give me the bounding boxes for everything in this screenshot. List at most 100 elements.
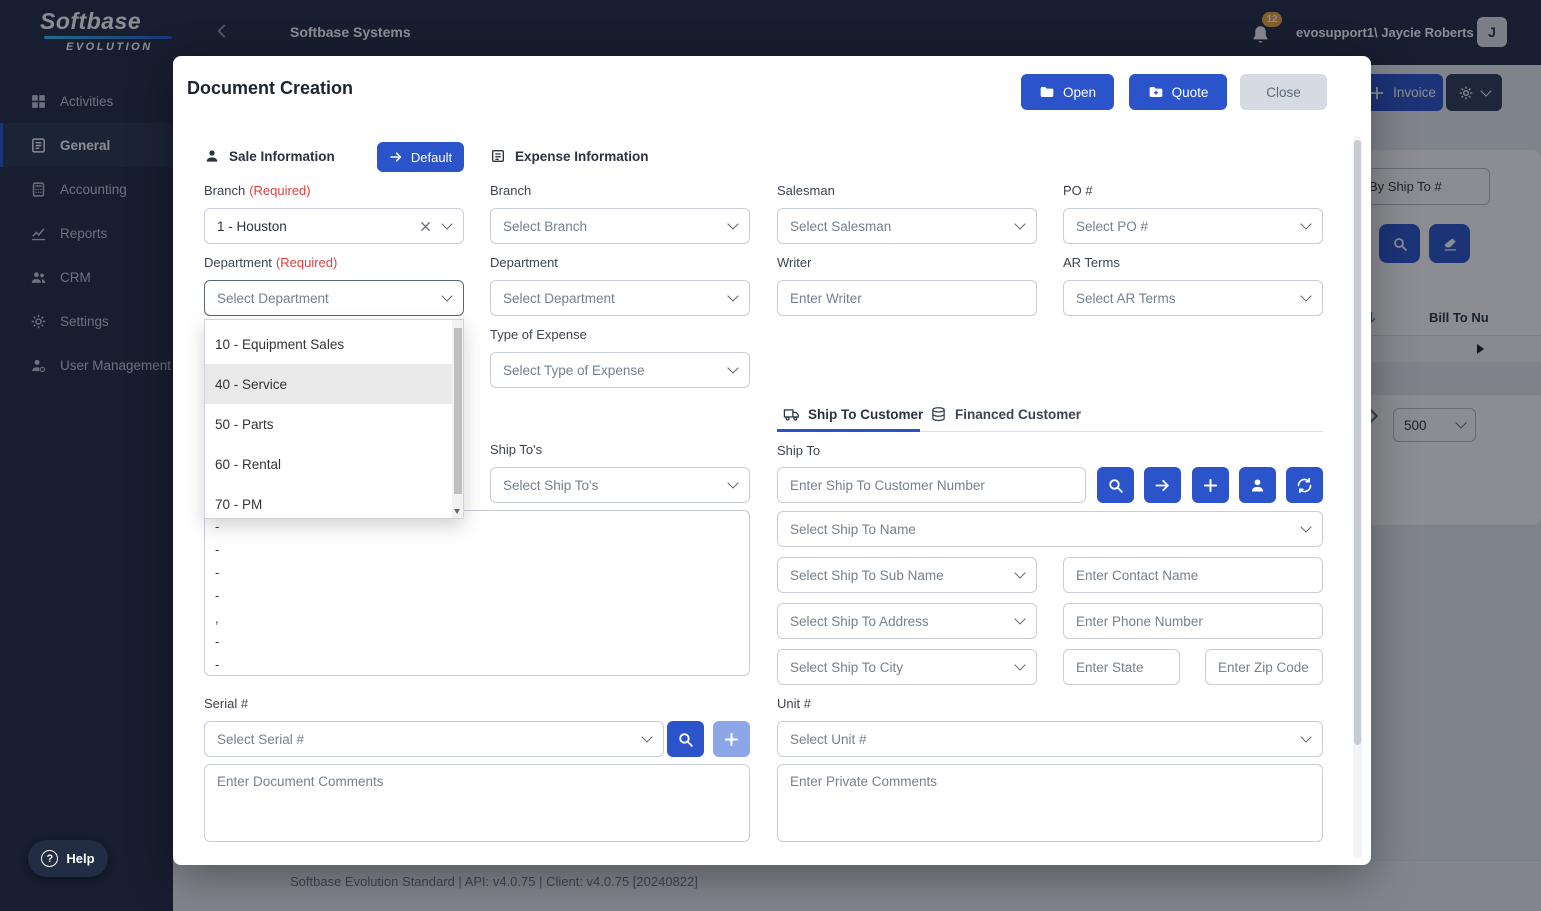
ship-to-address-select[interactable]: Select Ship To Address — [777, 603, 1037, 639]
chevron-down-icon — [1300, 290, 1312, 302]
ship-to-address-placeholder: Select Ship To Address — [790, 613, 929, 629]
list-item[interactable]: - — [205, 653, 749, 675]
unit-number-select[interactable]: Select Unit # — [777, 721, 1323, 757]
chevron-down-icon — [641, 731, 653, 743]
sale-information-header: Sale Information — [204, 148, 335, 164]
department-select[interactable]: Select Department — [204, 280, 464, 316]
truck-icon — [783, 409, 799, 421]
ship-to-sub-name-placeholder: Select Ship To Sub Name — [790, 567, 944, 583]
expense-branch-placeholder: Select Branch — [503, 218, 588, 234]
po-number-placeholder: Select PO # — [1076, 218, 1149, 234]
ship-tos-label: Ship To's — [490, 442, 542, 457]
ship-to-customer-number-input[interactable] — [777, 467, 1086, 503]
tab-financed-customer[interactable]: Financed Customer — [930, 406, 1081, 423]
ar-terms-label: AR Terms — [1063, 255, 1120, 270]
branch-select-value: 1 - Houston — [217, 218, 287, 234]
list-item[interactable]: - — [205, 630, 749, 653]
chevron-down-icon — [1300, 218, 1312, 230]
ar-terms-placeholder: Select AR Terms — [1076, 290, 1176, 306]
expense-branch-select[interactable]: Select Branch — [490, 208, 750, 244]
ship-to-sub-name-select[interactable]: Select Ship To Sub Name — [777, 557, 1037, 593]
ship-tos-select[interactable]: Select Ship To's — [490, 467, 750, 503]
customer-go-button[interactable] — [1144, 467, 1181, 503]
serial-select-placeholder: Select Serial # — [217, 731, 305, 747]
list-item[interactable]: - — [205, 584, 749, 607]
search-icon — [1109, 478, 1123, 493]
label-text: PO # — [1063, 183, 1093, 198]
ar-terms-select[interactable]: Select AR Terms — [1063, 280, 1323, 316]
state-input[interactable] — [1063, 649, 1180, 685]
dropdown-scrollbar[interactable] — [452, 320, 463, 518]
quote-button-label: Quote — [1171, 84, 1209, 100]
label-text: Serial # — [204, 696, 249, 711]
department-label: Department (Required) — [204, 255, 337, 270]
plus-icon — [724, 732, 739, 746]
customer-contact-button[interactable] — [1239, 467, 1276, 503]
label-text: AR Terms — [1063, 255, 1120, 270]
type-of-expense-select[interactable]: Select Type of Expense — [490, 352, 750, 388]
person-icon — [1251, 478, 1264, 492]
serial-label: Serial # — [204, 696, 248, 711]
chevron-down-icon — [1014, 659, 1026, 671]
scrollbar-thumb[interactable] — [453, 328, 462, 494]
department-option[interactable]: 50 - Parts — [205, 404, 452, 444]
modal-title: Document Creation — [187, 78, 354, 98]
ship-to-city-select[interactable]: Select Ship To City — [777, 649, 1037, 685]
folder-plus-icon — [1149, 87, 1162, 97]
salesman-select[interactable]: Select Salesman — [777, 208, 1037, 244]
tab-ship-to-customer[interactable]: Ship To Customer — [783, 406, 923, 423]
ship-to-name-placeholder: Select Ship To Name — [790, 521, 916, 537]
department-option[interactable]: 70 - PM — [205, 484, 452, 518]
open-button[interactable]: Open — [1021, 74, 1114, 110]
department-select-placeholder: Select Department — [217, 290, 329, 306]
expense-department-label: Department — [490, 255, 558, 270]
zip-code-input[interactable] — [1205, 649, 1323, 685]
list-item[interactable]: - — [205, 538, 749, 561]
serial-select[interactable]: Select Serial # — [204, 721, 664, 757]
section-title: Sale Information — [229, 148, 335, 164]
coins-icon — [932, 407, 945, 422]
unit-number-placeholder: Select Unit # — [790, 731, 867, 747]
salesman-placeholder: Select Salesman — [790, 218, 892, 234]
customer-search-button[interactable] — [1097, 467, 1134, 503]
customer-refresh-button[interactable] — [1286, 467, 1323, 503]
help-button-label: Help — [66, 851, 95, 866]
contact-name-input[interactable] — [1063, 557, 1323, 593]
po-number-label: PO # — [1063, 183, 1093, 198]
chevron-down-icon — [727, 290, 739, 302]
label-text: Writer — [777, 255, 812, 270]
customer-add-button[interactable] — [1192, 467, 1229, 503]
refresh-icon — [1297, 477, 1312, 493]
chevron-down-icon — [727, 477, 739, 489]
chevron-down-icon — [1014, 613, 1026, 625]
serial-add-button[interactable] — [713, 721, 750, 757]
department-option[interactable]: 60 - Rental — [205, 444, 452, 484]
default-button[interactable]: Default — [377, 142, 464, 172]
private-comments-textarea[interactable] — [777, 764, 1323, 842]
expense-department-placeholder: Select Department — [503, 290, 615, 306]
po-number-select[interactable]: Select PO # — [1063, 208, 1323, 244]
ship-to-city-placeholder: Select Ship To City — [790, 659, 904, 675]
modal-scrollbar-thumb[interactable] — [1354, 140, 1361, 745]
ship-to-name-select[interactable]: Select Ship To Name — [777, 511, 1323, 547]
department-option[interactable]: 10 - Equipment Sales — [205, 324, 452, 364]
expense-department-select[interactable]: Select Department — [490, 280, 750, 316]
list-item[interactable]: , — [205, 607, 749, 630]
default-button-label: Default — [410, 149, 453, 165]
phone-number-input[interactable] — [1063, 603, 1323, 639]
writer-input[interactable] — [777, 280, 1037, 316]
department-option[interactable]: 40 - Service — [205, 364, 452, 404]
selection-listbox: - - - - , - - — [204, 510, 750, 676]
scroll-down-arrow[interactable] — [454, 509, 460, 514]
clear-icon[interactable] — [418, 219, 433, 234]
list-item[interactable]: - — [205, 561, 749, 584]
serial-search-button[interactable] — [667, 721, 704, 757]
quote-button[interactable]: Quote — [1129, 74, 1227, 110]
close-button[interactable]: Close — [1240, 74, 1327, 110]
document-comments-textarea[interactable] — [204, 764, 750, 842]
type-of-expense-label: Type of Expense — [490, 327, 587, 342]
expense-branch-label: Branch — [490, 183, 531, 198]
help-button[interactable]: ? Help — [28, 840, 108, 877]
ship-to-label: Ship To — [777, 443, 820, 458]
branch-select[interactable]: 1 - Houston — [204, 208, 464, 244]
